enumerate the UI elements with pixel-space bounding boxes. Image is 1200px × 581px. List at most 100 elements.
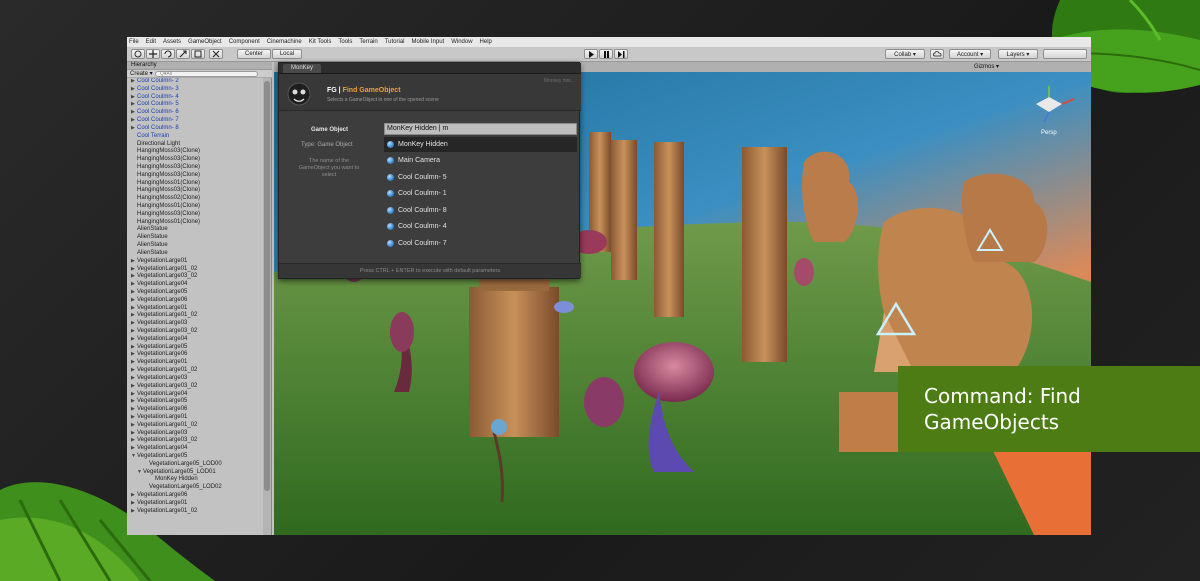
menu-help[interactable]: Help [480,39,492,45]
hierarchy-item[interactable]: AlienStatue [127,234,264,242]
hierarchy-item[interactable]: ▶ Cool Coulmn- 5 [127,101,264,109]
hierarchy-item[interactable]: ▶ VegetationLarge06 [127,351,264,359]
hierarchy-scrollbar[interactable] [263,78,271,535]
menu-window[interactable]: Window [451,39,472,45]
result-row[interactable]: Cool Coulmn- 5 [384,170,577,185]
hierarchy-item[interactable]: ▶ VegetationLarge01_02 [127,266,264,274]
hierarchy-item[interactable]: HangingMoss01(Clone) [127,219,264,227]
expand-arrow-right-icon[interactable]: ▶ [131,305,135,313]
hierarchy-item[interactable]: ▶ Cool Coulmn- 8 [127,125,264,133]
hierarchy-item[interactable]: ▶ VegetationLarge01 [127,414,264,422]
hierarchy-item[interactable]: HangingMoss03(Clone) [127,211,264,219]
hierarchy-item[interactable]: ▶ VegetationLarge03 [127,430,264,438]
hierarchy-item[interactable]: ▼ VegetationLarge05 [127,453,264,461]
result-row[interactable]: Cool Coulmn- 8 [384,203,577,218]
hierarchy-item[interactable]: Directional Light [127,141,264,149]
hierarchy-item[interactable]: HangingMoss03(Clone) [127,156,264,164]
expand-arrow-right-icon[interactable]: ▶ [131,281,135,289]
hierarchy-item[interactable]: ▶ VegetationLarge01_02 [127,367,264,375]
expand-arrow-right-icon[interactable]: ▶ [131,398,135,406]
account-dropdown[interactable]: Account ▾ [949,49,991,59]
gizmos-dropdown[interactable]: Gizmos ▾ [974,63,999,70]
hierarchy-item[interactable]: ▶ Cool Coulmn- 6 [127,109,264,117]
hierarchy-item[interactable]: ▶ VegetationLarge04 [127,336,264,344]
hierarchy-item[interactable]: AlienStatue [127,250,264,258]
expand-arrow-right-icon[interactable]: ▶ [131,492,135,500]
expand-arrow-right-icon[interactable]: ▶ [131,312,135,320]
hierarchy-item[interactable]: ▶ VegetationLarge03 [127,320,264,328]
play-button[interactable] [584,49,598,59]
expand-arrow-right-icon[interactable]: ▶ [131,328,135,336]
expand-arrow-right-icon[interactable]: ▶ [131,406,135,414]
expand-arrow-right-icon[interactable]: ▶ [131,367,135,375]
popup-tab-monkey[interactable]: MonKey [283,64,322,73]
hierarchy-item[interactable]: ▶ VegetationLarge05 [127,289,264,297]
expand-arrow-right-icon[interactable]: ▶ [131,383,135,391]
hierarchy-item[interactable]: ▶ VegetationLarge01 [127,359,264,367]
hierarchy-item[interactable]: ▶ VegetationLarge04 [127,391,264,399]
hierarchy-item[interactable]: ▶ VegetationLarge01 [127,258,264,266]
hierarchy-item[interactable]: ▶ VegetationLarge03 [127,375,264,383]
expand-arrow-right-icon[interactable]: ▶ [131,375,135,383]
hierarchy-item[interactable]: AlienStatue [127,242,264,250]
cloud-button[interactable] [930,49,944,59]
expand-arrow-right-icon[interactable]: ▶ [131,391,135,399]
result-row[interactable]: MonKey Hidden [384,137,577,152]
hierarchy-item[interactable]: ▶ VegetationLarge05 [127,398,264,406]
hierarchy-item[interactable]: VegetationLarge05_LOD00 [127,461,264,469]
hierarchy-item[interactable]: ▶ VegetationLarge01 [127,305,264,313]
result-row[interactable]: Cool Coulmn- 4 [384,219,577,234]
menu-kit-tools[interactable]: Kit Tools [309,39,332,45]
hierarchy-item[interactable]: HangingMoss01(Clone) [127,203,264,211]
hierarchy-item[interactable]: ▶ VegetationLarge04 [127,281,264,289]
hierarchy-scroll-thumb[interactable] [264,81,270,491]
menu-cinemachine[interactable]: Cinemachine [267,39,302,45]
layers-dropdown[interactable]: Layers ▾ [998,49,1038,59]
rotate-tool-button[interactable] [161,49,175,59]
menu-gameobject[interactable]: GameObject [188,39,222,45]
game-object-search-input[interactable]: MonKey Hidden | m [384,123,577,135]
expand-arrow-right-icon[interactable]: ▶ [131,500,135,508]
hierarchy-item[interactable]: ▶ VegetationLarge06 [127,297,264,305]
expand-arrow-right-icon[interactable]: ▶ [131,297,135,305]
expand-arrow-right-icon[interactable]: ▶ [131,101,135,109]
hierarchy-item[interactable]: HangingMoss02(Clone) [127,195,264,203]
hierarchy-item[interactable]: ▶ VegetationLarge04 [127,445,264,453]
step-button[interactable] [614,49,628,59]
expand-arrow-right-icon[interactable]: ▶ [131,86,135,94]
hierarchy-item[interactable]: MonKey Hidden [127,476,264,484]
hierarchy-tab[interactable]: Hierarchy [127,62,272,70]
rect-tool-button[interactable] [191,49,205,59]
expand-arrow-right-icon[interactable]: ▶ [131,266,135,274]
hierarchy-item[interactable]: ▶ VegetationLarge05 [127,344,264,352]
pivot-local-toggle[interactable]: Local [272,49,302,59]
collab-dropdown[interactable]: Collab ▾ [885,49,925,59]
scale-tool-button[interactable] [176,49,190,59]
expand-arrow-right-icon[interactable]: ▶ [131,117,135,125]
expand-arrow-right-icon[interactable]: ▶ [131,351,135,359]
pivot-center-toggle[interactable]: Center [237,49,271,59]
expand-arrow-right-icon[interactable]: ▶ [131,437,135,445]
expand-arrow-right-icon[interactable]: ▶ [131,344,135,352]
hierarchy-item[interactable]: HangingMoss03(Clone) [127,172,264,180]
expand-arrow-right-icon[interactable]: ▶ [131,430,135,438]
hierarchy-item[interactable]: HangingMoss03(Clone) [127,187,264,195]
expand-arrow-right-icon[interactable]: ▶ [131,508,135,516]
result-row[interactable]: Main Camera [384,153,577,168]
expand-arrow-right-icon[interactable]: ▶ [131,422,135,430]
hierarchy-item[interactable]: ▶ VegetationLarge01_02 [127,312,264,320]
expand-arrow-right-icon[interactable]: ▶ [131,414,135,422]
transform-tool-button[interactable] [209,49,223,59]
create-dropdown[interactable]: Create ▾ [130,70,153,77]
hierarchy-item[interactable]: HangingMoss01(Clone) [127,180,264,188]
menu-component[interactable]: Component [229,39,260,45]
menu-assets[interactable]: Assets [163,39,181,45]
result-row[interactable]: Cool Coulmn- 7 [384,236,577,251]
hierarchy-item[interactable]: ▶ VegetationLarge03_02 [127,437,264,445]
expand-arrow-right-icon[interactable]: ▶ [131,359,135,367]
move-tool-button[interactable] [146,49,160,59]
menu-mobile-input[interactable]: Mobile Input [412,39,445,45]
menu-file[interactable]: File [129,39,139,45]
expand-arrow-right-icon[interactable]: ▶ [131,336,135,344]
expand-arrow-right-icon[interactable]: ▶ [131,109,135,117]
